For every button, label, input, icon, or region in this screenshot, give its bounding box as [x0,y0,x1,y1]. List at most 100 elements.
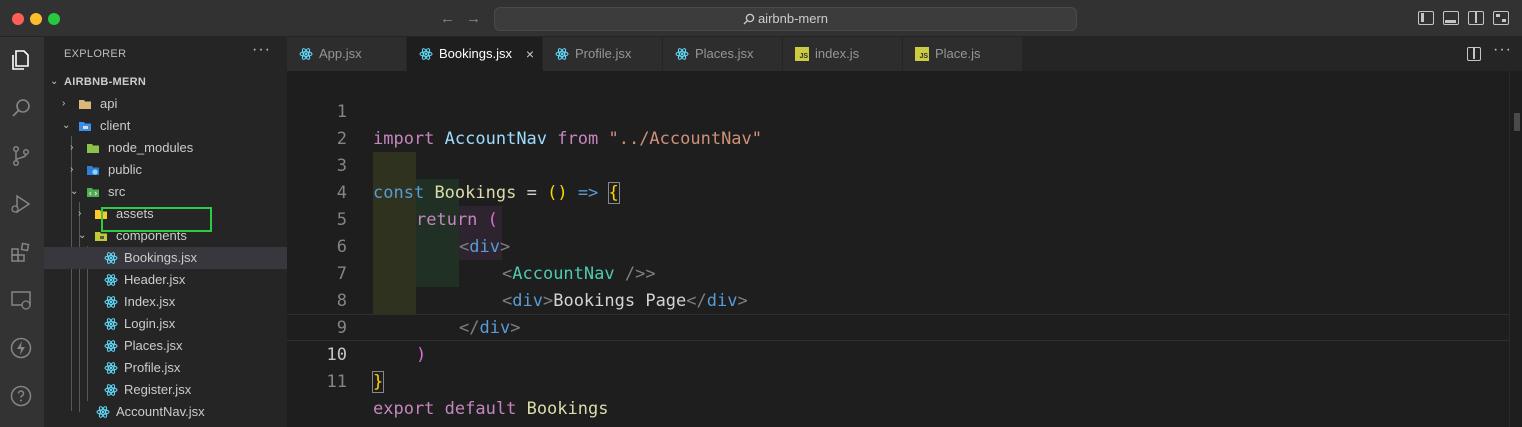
tree-item-label: AccountNav.jsx [116,404,205,419]
react-icon [299,48,313,60]
tree-item-label: Places.jsx [124,338,183,353]
explorer-sidebar: EXPLORER ··· ⌄ AIRBNB-MERN › api ⌄ clien… [44,37,287,427]
toggle-secondary-sidebar-icon[interactable] [1468,11,1484,25]
tree-item-client[interactable]: ⌄ client [44,115,287,137]
tree-item-node-modules[interactable]: › node_modules [44,137,287,159]
tree-item-label: Register.jsx [124,382,192,397]
tree-item-login-jsx[interactable]: Login.jsx [44,313,287,335]
tree-item-register-jsx[interactable]: Register.jsx [44,379,287,401]
react-icon [555,48,569,60]
split-editor-icon[interactable] [1467,47,1481,61]
forward-arrow-icon[interactable]: → [466,10,481,27]
tree-item-label: Login.jsx [124,316,176,331]
tab-places-jsx[interactable]: Places.jsx [663,37,783,71]
scrollbar-thumb[interactable] [1514,113,1520,131]
line-number: 11 [326,372,347,392]
chevron-down-icon: ⌄ [70,186,79,197]
chevron-right-icon: › [70,164,74,175]
tree-item-index-jsx[interactable]: Index.jsx [44,291,287,313]
project-root[interactable]: ⌄ AIRBNB-MERN [44,71,287,93]
run-and-debug-icon[interactable] [8,191,34,217]
react-icon [104,340,118,352]
tab-index-js[interactable]: JS index.js [783,37,903,71]
react-icon [96,406,110,418]
tab-label: Place.js [935,46,981,61]
explorer-icon[interactable] [8,47,34,73]
toggle-primary-sidebar-icon[interactable] [1418,11,1434,25]
react-icon [104,384,118,396]
react-icon [104,318,118,330]
project-name: AIRBNB-MERN [64,76,147,88]
tab-label: Bookings.jsx [439,46,512,61]
folder-icon [79,100,91,109]
search-text: airbnb-mern [757,11,829,26]
code-line: 3 const Bookings = () => { [287,126,1509,204]
code-line: 11 export default Bookings [287,342,1509,419]
customize-layout-icon[interactable] [1493,11,1509,25]
tree-item-header-jsx[interactable]: Header.jsx [44,269,287,291]
tree-item-label: Header.jsx [124,272,186,287]
tree-item-label: api [100,96,118,111]
react-icon [104,296,118,308]
react-icon [104,274,118,286]
more-actions-icon[interactable]: ··· [1493,41,1512,59]
folder-public-icon [87,166,99,175]
back-arrow-icon[interactable]: ← [440,10,455,27]
code-line: 7 <div>Bookings Page</div> [287,234,1509,311]
tree-item-api[interactable]: › api [44,93,287,115]
tab-app-jsx[interactable]: App.jsx [287,37,407,71]
tab-profile-jsx[interactable]: Profile.jsx [543,37,663,71]
tab-bookings-jsx[interactable]: Bookings.jsx × [407,37,543,71]
tree-item-places-jsx[interactable]: Places.jsx [44,335,287,357]
react-icon [675,48,689,60]
extensions-icon[interactable] [8,239,34,265]
toggle-panel-icon[interactable] [1443,11,1459,25]
react-icon [104,362,118,374]
tree-item-label: Bookings.jsx [124,250,197,265]
explorer-title: EXPLORER [64,48,127,60]
chevron-right-icon: › [62,98,66,109]
chevron-right-icon: › [70,142,74,153]
source-control-icon[interactable] [8,143,34,169]
tree-item-src[interactable]: ⌄ src [44,181,287,203]
folder-node-icon [87,144,99,153]
code-line: 8 </div> [287,261,1509,338]
thunder-client-icon[interactable] [8,335,34,361]
code-line: 1 import AccountNav from "../AccountNav" [287,72,1509,149]
code-line: 4 return ( [287,153,1509,230]
javascript-file-icon: JS [795,47,809,61]
minimize-window-button[interactable] [30,13,42,25]
editor-scrollbar[interactable] [1509,71,1522,427]
folder-src-icon [87,188,99,197]
close-tab-icon[interactable]: × [526,37,534,71]
remote-explorer-icon[interactable] [8,287,34,313]
search-icon[interactable] [8,95,34,121]
code-editor[interactable]: 1 import AccountNav from "../AccountNav"… [287,71,1522,427]
tab-label: index.js [815,46,860,61]
tab-label: Profile.jsx [575,46,632,61]
chevron-down-icon: ⌄ [78,230,87,241]
tree-item-profile-jsx[interactable]: Profile.jsx [44,357,287,379]
tab-label: App.jsx [319,46,362,61]
tree-item-label: Index.jsx [124,294,176,309]
tree-item-label: public [108,162,142,177]
tree-item-accountnav-jsx[interactable]: AccountNav.jsx [44,401,287,423]
code-line: 6 <AccountNav />> [287,207,1509,284]
activity-bar [0,37,44,427]
folder-client-icon [79,122,91,131]
more-actions-button[interactable]: ··· [252,41,271,59]
close-window-button[interactable] [12,13,24,25]
chevron-down-icon: ⌄ [50,76,59,87]
help-icon[interactable] [8,383,34,409]
chevron-right-icon: › [78,208,82,219]
code-text: } [371,371,385,393]
tab-place-js[interactable]: JS Place.js [903,37,1023,71]
tree-item-label: src [108,184,126,199]
react-icon [419,48,433,60]
maximize-window-button[interactable] [48,13,60,25]
tree-item-public[interactable]: › public [44,159,287,181]
tree-item-label: client [100,118,131,133]
editor-tab-bar: App.jsx Bookings.jsx × Profile.jsx Place… [287,37,1522,71]
tree-item-bookings-jsx[interactable]: Bookings.jsx [44,247,287,269]
command-center-search[interactable]: airbnb-mern [494,7,1077,31]
